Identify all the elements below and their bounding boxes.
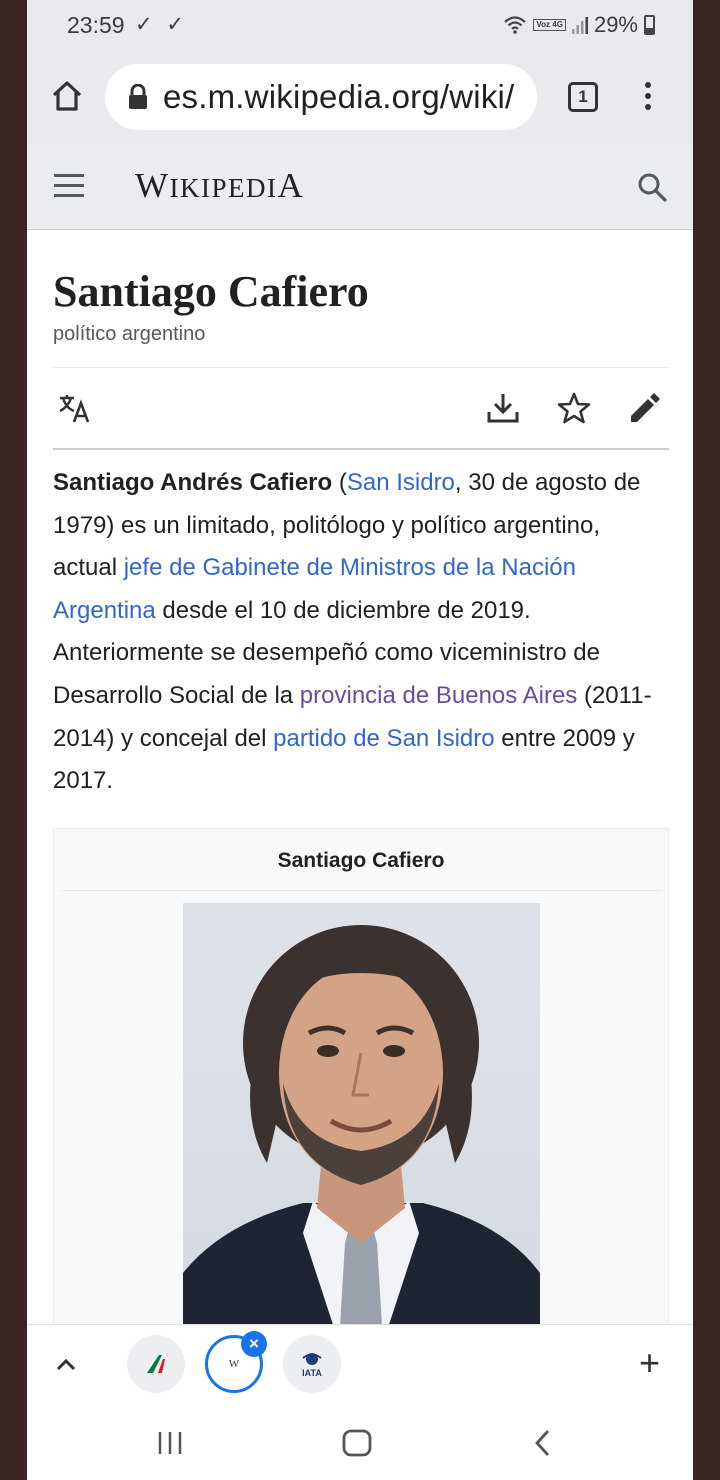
lead-paragraph: Santiago Andrés Cafiero (San Isidro, 30 … xyxy=(53,462,669,803)
home-nav-icon[interactable] xyxy=(340,1426,374,1460)
divider xyxy=(62,890,662,891)
back-icon[interactable] xyxy=(527,1426,561,1460)
logo-middle: IKIPEDI xyxy=(169,173,278,203)
lead-text: ( xyxy=(332,469,347,496)
page-title: Santiago Cafiero xyxy=(53,267,369,316)
lock-icon xyxy=(129,84,147,109)
wifi-icon xyxy=(504,16,527,34)
link-san-isidro[interactable]: San Isidro xyxy=(347,469,455,496)
status-bar: 23:59 ✓ ✓ Voz 4G 29% xyxy=(27,0,693,50)
download-icon[interactable] xyxy=(485,390,521,426)
tab-switcher-button[interactable]: 1 xyxy=(568,82,598,112)
tab-iata[interactable]: IATA xyxy=(283,1335,341,1393)
page-subtitle: político argentino xyxy=(53,323,206,345)
iata-logo-icon: IATA xyxy=(302,1353,322,1378)
more-options-icon[interactable] xyxy=(639,80,657,116)
new-tab-button[interactable]: + xyxy=(639,1343,660,1383)
article-subject-name: Santiago Andrés Cafiero xyxy=(53,469,333,496)
address-bar[interactable]: es.m.wikipedia.org/wiki/ xyxy=(105,64,537,130)
divider xyxy=(53,448,669,450)
url-text: es.m.wikipedia.org/wiki/ xyxy=(163,78,515,115)
link-partido-san-isidro[interactable]: partido de San Isidro xyxy=(273,725,494,752)
infobox-title: Santiago Cafiero xyxy=(277,849,445,872)
wikipedia-logo[interactable]: WIKIPEDIA xyxy=(135,166,304,206)
tab-alitalia[interactable] xyxy=(127,1335,185,1393)
chevron-up-icon[interactable] xyxy=(52,1351,80,1379)
home-icon[interactable] xyxy=(49,78,85,114)
status-time: 23:59 xyxy=(67,12,125,38)
alitalia-logo-icon xyxy=(147,1355,165,1373)
phone-screen: 23:59 ✓ ✓ Voz 4G 29% es.m.wikipedia.org/… xyxy=(27,0,693,1480)
star-watch-icon[interactable] xyxy=(556,390,592,426)
volte-badge: Voz 4G xyxy=(533,19,566,31)
edit-pencil-icon[interactable] xyxy=(627,390,663,426)
menu-icon[interactable] xyxy=(54,174,84,198)
recent-apps-icon[interactable] xyxy=(153,1426,187,1460)
logo-last: A xyxy=(277,166,305,205)
battery-percent: 29% xyxy=(593,12,638,37)
system-nav-bar xyxy=(27,1404,693,1480)
infobox: Santiago Cafiero xyxy=(53,828,669,1348)
status-indicators: Voz 4G 29% xyxy=(503,12,655,38)
link-provincia-buenos-aires[interactable]: provincia de Buenos Aires xyxy=(300,682,578,709)
signal-icon xyxy=(571,17,588,34)
wikipedia-header: WIKIPEDIA xyxy=(27,144,693,230)
search-icon[interactable] xyxy=(635,170,669,204)
language-icon[interactable] xyxy=(57,390,93,426)
iata-label: IATA xyxy=(302,1368,322,1378)
browser-toolbar: es.m.wikipedia.org/wiki/ 1 xyxy=(27,50,693,144)
page-actions-bar xyxy=(53,368,669,448)
notification-check-icons: ✓ ✓ xyxy=(135,13,189,36)
portrait-illustration xyxy=(183,925,540,1343)
battery-icon xyxy=(644,15,655,35)
tab-strip: W × IATA + xyxy=(27,1324,693,1404)
close-tab-icon[interactable]: × xyxy=(241,1331,267,1357)
logo-first: W xyxy=(135,166,170,205)
portrait-photo[interactable] xyxy=(183,903,540,1343)
